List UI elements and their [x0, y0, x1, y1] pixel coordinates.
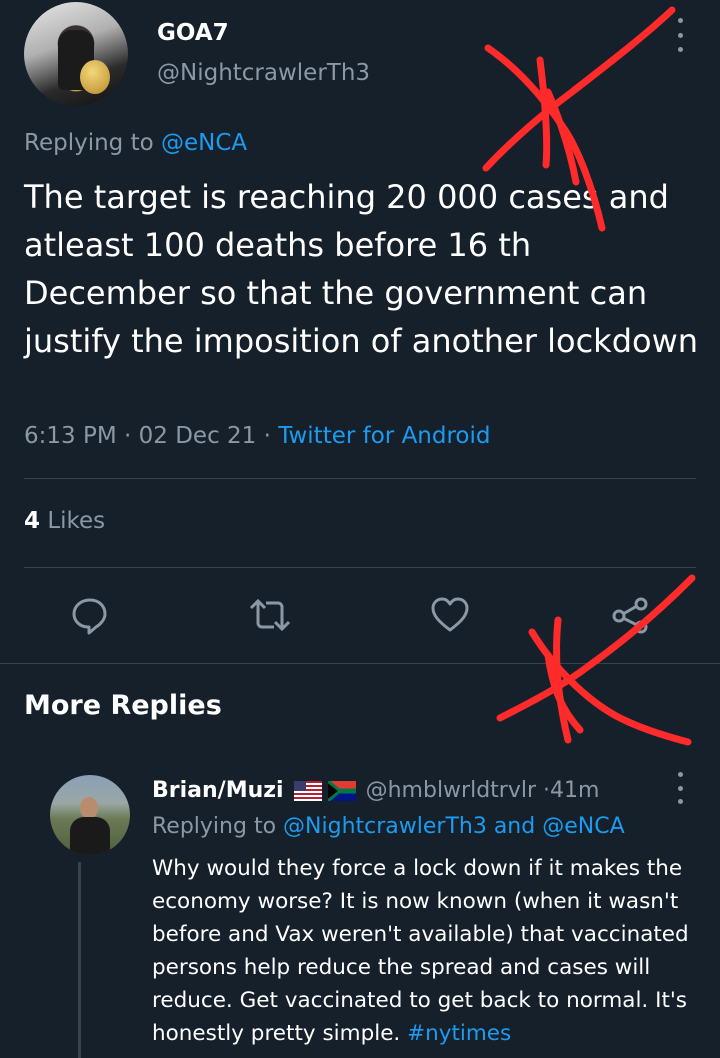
- annotation-x-mark: [482, 6, 676, 172]
- tweet-meta: 6:13 PM · 02 Dec 21 · Twitter for Androi…: [24, 423, 491, 449]
- reply-more-options-icon[interactable]: [668, 772, 692, 804]
- tweet-time: 6:13 PM: [24, 423, 117, 449]
- replying-to-prefix: Replying to: [24, 130, 154, 156]
- reply-replying-and: and: [493, 814, 536, 839]
- annotation-x-mark: [536, 56, 551, 169]
- annotation-x-mark: [528, 628, 692, 746]
- tweet-text: The target is reaching 20 000 cases and …: [24, 178, 699, 360]
- reply-author-avatar[interactable]: [50, 775, 130, 855]
- reply-separator: ·: [543, 778, 551, 803]
- reply-replying-link-1[interactable]: @NightcrawlerTh3: [283, 814, 487, 839]
- us-flag-icon: [293, 781, 322, 801]
- more-replies-heading: More Replies: [24, 690, 222, 721]
- author-avatar[interactable]: [24, 2, 128, 106]
- meta-separator: ·: [124, 423, 132, 449]
- likes-count[interactable]: 4 Likes: [24, 508, 105, 534]
- replying-to-link[interactable]: @eNCA: [161, 130, 247, 156]
- thread-line: [78, 862, 81, 1058]
- author-display-name[interactable]: GOA7: [157, 20, 229, 46]
- annotation-x-mark: [553, 616, 572, 744]
- retweet-button[interactable]: [248, 593, 292, 637]
- divider: [24, 567, 696, 568]
- reply-time[interactable]: 41m: [550, 778, 599, 803]
- share-icon: [612, 597, 648, 634]
- heart-icon: [431, 597, 469, 632]
- annotation-x-mark: [544, 88, 580, 186]
- reply-button[interactable]: [68, 593, 112, 637]
- meta-separator: ·: [263, 423, 271, 449]
- likes-label: Likes: [47, 508, 106, 534]
- annotation-x-mark: [496, 574, 696, 722]
- south-africa-flag-icon: [327, 781, 356, 801]
- tweet-source-link[interactable]: Twitter for Android: [278, 423, 490, 449]
- reply-author-name[interactable]: Brian/Muzi: [152, 778, 284, 803]
- reply-text: Why would they force a lock down if it m…: [152, 856, 689, 1046]
- tweet-date: 02 Dec 21: [138, 423, 257, 449]
- hashtag-link[interactable]: #nytimes: [407, 1021, 511, 1046]
- divider: [24, 478, 696, 479]
- reply-author-handle[interactable]: @hmblwrldtrvlr: [366, 778, 536, 803]
- reply-replying-prefix: Replying to: [152, 814, 277, 839]
- reply-text-container: Why would they force a lock down if it m…: [152, 852, 712, 1050]
- reply-icon: [72, 598, 107, 635]
- section-divider: [0, 663, 720, 664]
- more-options-icon[interactable]: [668, 18, 692, 52]
- reply-header: Brian/Muzi @hmblwrldtrvlr ·41m: [152, 778, 599, 803]
- reply-replying-to: Replying to @NightcrawlerTh3 and @eNCA: [152, 814, 625, 839]
- share-button[interactable]: [608, 593, 652, 637]
- annotation-x-mark: [544, 651, 584, 734]
- author-handle[interactable]: @NightcrawlerTh3: [157, 60, 370, 86]
- retweet-icon: [249, 598, 291, 632]
- replying-to: Replying to @eNCA: [24, 130, 247, 156]
- like-button[interactable]: [428, 593, 472, 637]
- reply-replying-link-2[interactable]: @eNCA: [542, 814, 624, 839]
- likes-number: 4: [24, 508, 41, 534]
